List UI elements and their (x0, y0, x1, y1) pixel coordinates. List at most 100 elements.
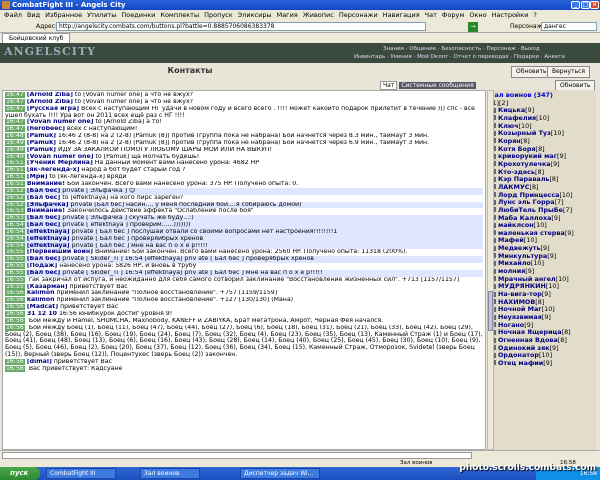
player-name[interactable]: Кэр Параваль (498, 176, 549, 183)
player-name[interactable]: Крохотулечка (498, 161, 551, 168)
tab-chat[interactable]: Чат (380, 81, 398, 90)
player-row[interactable]: Медвежуть[9] (490, 245, 594, 253)
player-name[interactable]: Лунс эль Горра (498, 199, 555, 206)
address-input[interactable]: http://angelscity.combats.com/buttons.pl… (56, 22, 426, 31)
player-name[interactable]: криворукий маг (498, 153, 557, 160)
nav-social[interactable]: Общение (409, 46, 436, 52)
menu-item[interactable]: Форум (442, 11, 464, 19)
player-name[interactable]: Огненная Вдова (498, 337, 558, 344)
chat-nick[interactable]: [Бал бес] (27, 270, 60, 276)
player-row[interactable]: ЛюбиТель ПрыБе[7] (490, 207, 594, 215)
player-row[interactable]: ЛАКМУС[8] (490, 184, 594, 192)
player-row[interactable]: молния[9] (490, 268, 594, 276)
menu-item[interactable]: Настройки (492, 11, 529, 19)
player-name[interactable]: маленькая стерва (498, 230, 565, 237)
player-name[interactable]: Мафей (498, 237, 524, 244)
nav-profile[interactable]: Анкета (544, 54, 565, 60)
player-row[interactable]: Ордонатор[10] (490, 352, 594, 360)
player-row[interactable]: Кто-здесь[8] (490, 169, 594, 177)
tab-system-messages[interactable]: Системные сообщения (399, 82, 476, 89)
minimize-button[interactable]: _ (571, 1, 580, 9)
player-name[interactable]: Котя Боря (498, 146, 536, 153)
player-name[interactable]: Минкультура (498, 253, 547, 260)
player-name[interactable]: Кто-здесь (498, 169, 535, 176)
menu-item[interactable]: Избранное (45, 11, 82, 19)
player-row[interactable]: Клафелия[10] (490, 115, 594, 123)
chat-nick[interactable]: [effektnaya] (27, 243, 70, 249)
chat-nick[interactable]: [Arnold Ziba] (27, 99, 73, 105)
menu-item[interactable]: Вид (27, 11, 40, 19)
player-row[interactable]: На-вига-тор[9] (490, 291, 594, 299)
player-row[interactable]: Козырный Туз[10] (490, 130, 594, 138)
player-row[interactable]: Лорд Принцесса[10] (490, 192, 594, 200)
player-row[interactable]: Неуязвимая[9] (490, 314, 594, 322)
chat-nick[interactable]: [Русская игра] (27, 106, 79, 112)
chat-nick[interactable]: [Бал бес] (27, 256, 60, 262)
player-row[interactable]: Котя Боря[8] (490, 146, 594, 154)
player-row[interactable]: Ключ[10] (490, 123, 594, 131)
chat-nick[interactable]: [Vovan numer one] (27, 119, 94, 125)
player-name[interactable]: Ночная Ящерица (498, 329, 562, 336)
menu-item[interactable]: Магия (277, 11, 298, 19)
close-button[interactable]: × (590, 1, 599, 9)
player-row[interactable]: Кэр Параваль[8] (490, 176, 594, 184)
chat-scrollbar[interactable] (487, 90, 494, 450)
task-taskmgr[interactable]: Диспетчер задач Wi... (240, 468, 320, 479)
nav-knowledge[interactable]: Знания (383, 46, 404, 52)
player-row[interactable]: Огненная Вдова[8] (490, 337, 594, 345)
player-name[interactable]: Корян (498, 138, 521, 145)
player-row[interactable]: Крохотулечка[9] (490, 161, 594, 169)
tab-fight-club[interactable]: Бойцовский клуб (2, 33, 71, 43)
chat-nick[interactable]: kalimon (27, 297, 55, 303)
menu-item[interactable]: Окно (469, 11, 486, 19)
player-row[interactable]: майклсон[10] (490, 222, 594, 230)
player-name[interactable]: ЛюбиТель ПрыБе (498, 207, 563, 214)
player-name[interactable]: Отец мафии (498, 360, 543, 367)
player-row[interactable]: Лунс эль Горра[7] (490, 199, 594, 207)
chat-nick[interactable]: [Arnold Ziba] (27, 92, 73, 98)
player-name[interactable]: Ключ (498, 123, 519, 130)
player-row[interactable]: Ночная Ящерица[8] (490, 329, 594, 337)
menu-item[interactable]: Утилиты (87, 11, 116, 19)
menu-item[interactable]: Эликсиры (238, 11, 272, 19)
player-row[interactable]: Михайло[10] (490, 260, 594, 268)
player-name[interactable]: Мрачный ангел (498, 276, 556, 283)
maximize-button[interactable]: □ (581, 1, 590, 9)
chat-input[interactable] (2, 452, 472, 459)
menu-item[interactable]: Пропуск (204, 11, 233, 19)
chat-nick[interactable]: Внимание! (27, 208, 65, 214)
player-name[interactable]: молния (498, 268, 525, 275)
menu-item[interactable]: ? (533, 11, 536, 19)
chat-nick[interactable]: [Бал бес] (27, 215, 60, 221)
chat-nick[interactable]: [Мри] (27, 174, 48, 180)
chat-nick[interactable]: [Madcat] (27, 304, 58, 310)
player-name[interactable]: Козырный Туз (498, 130, 551, 137)
player-name[interactable]: Лорд Принцесса (498, 192, 559, 199)
player-row[interactable]: Маба Каллоха[9] (490, 215, 594, 223)
chat-nick[interactable]: [Pamuk] (27, 147, 56, 153)
player-row[interactable]: маленькая стерва[9] (490, 230, 594, 238)
chat-nick[interactable]: [effektnaya] (27, 236, 70, 242)
refresh-button[interactable]: Обновить (511, 66, 552, 78)
menu-item[interactable]: Поединки (121, 11, 155, 19)
chat-nick[interactable]: Внимание! (27, 181, 65, 187)
chat-nick[interactable]: 31 12 10 (27, 311, 57, 317)
chat-nick[interactable]: kalimon (27, 290, 55, 296)
nav-exit[interactable]: Выход (521, 46, 540, 52)
player-row[interactable]: НАХИМОВ[8] (490, 299, 594, 307)
player-row[interactable]: Мрачный ангел[10] (490, 276, 594, 284)
go-icon[interactable]: → (468, 22, 478, 32)
scroll-thumb[interactable] (488, 291, 493, 331)
player-row[interactable]: Ногано[9] (490, 322, 594, 330)
chat-nick[interactable]: [Pamuk] (27, 140, 56, 146)
menu-item[interactable]: Живопис (303, 11, 334, 19)
task-hall[interactable]: Зал воинов (140, 468, 200, 479)
player-row[interactable]: Корян[8] (490, 138, 594, 146)
player-name[interactable]: Ногано (498, 322, 524, 329)
chat-nick[interactable]: [effektnaya] (27, 229, 70, 235)
menu-item[interactable]: Чат (425, 11, 437, 19)
player-name[interactable]: Медвежуть (498, 245, 541, 252)
player-name[interactable]: Михайло (498, 260, 531, 267)
person-input[interactable]: дангес (541, 22, 597, 31)
menu-item[interactable]: Файл (4, 11, 22, 19)
